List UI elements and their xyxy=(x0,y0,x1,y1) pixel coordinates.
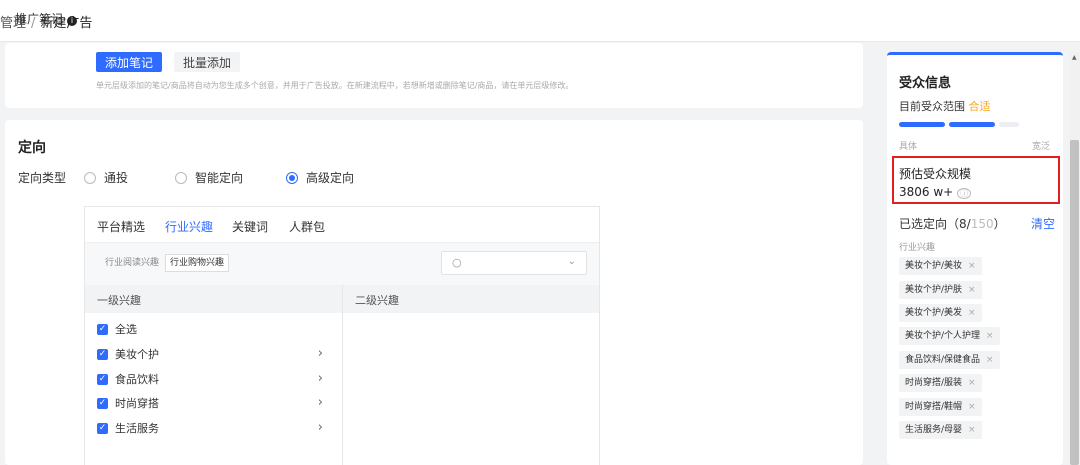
chevron-down-icon: ⌄ xyxy=(567,256,576,267)
radio-smart[interactable]: 智能定向 xyxy=(175,169,243,186)
chip-label: 时尚穿搭/服装 xyxy=(905,378,963,388)
row-label: 食品饮料 xyxy=(115,373,159,386)
note-field: 推广笔记 i xyxy=(15,10,78,27)
scroll-up-icon[interactable]: ▲ xyxy=(1072,54,1077,61)
add-note-button[interactable]: 添加笔记 xyxy=(96,52,162,72)
column-level2: 二级兴趣 xyxy=(355,294,399,307)
radio-label: 高级定向 xyxy=(306,171,355,185)
selected-prefix: 已选定向（8/ xyxy=(899,217,971,231)
row-label: 美妆个护 xyxy=(115,348,159,361)
targeting-title: 定向 xyxy=(18,140,46,156)
estimate-value-row: 3806 w+ ⓘ xyxy=(899,185,972,199)
audience-title: 受众信息 xyxy=(899,76,952,91)
scale-broad-label: 宽泛 xyxy=(1032,142,1051,152)
selected-chip: 时尚穿搭/鞋帽 × xyxy=(899,398,982,416)
segment-shopping-interest[interactable]: 行业购物兴趣 xyxy=(165,254,230,272)
interest-row[interactable]: ✓ 时尚穿搭 › xyxy=(97,394,337,412)
radio-circle-icon xyxy=(84,171,96,184)
interest-search[interactable]: ○ ⌄ xyxy=(441,251,587,275)
top-bar: 管理 / 新建广告 xyxy=(0,0,1080,42)
chevron-right-icon[interactable]: › xyxy=(318,371,323,386)
chevron-right-icon[interactable]: › xyxy=(318,346,323,361)
segment-reading-interest[interactable]: 行业阅读兴趣 xyxy=(101,254,163,272)
note-hint: 单元层级添加的笔记/商品将自动为您生成多个创意，并用于广告投放。在新建流程中，若… xyxy=(96,81,574,90)
row-label: 生活服务 xyxy=(115,422,159,435)
close-icon[interactable]: × xyxy=(968,402,976,412)
range-bar-segment xyxy=(949,122,995,127)
radio-label: 智能定向 xyxy=(195,171,244,185)
range-bar-segment xyxy=(899,122,945,127)
radio-checked-icon xyxy=(286,171,298,184)
chevron-right-icon[interactable]: › xyxy=(318,420,323,435)
checkbox-checked-icon: ✓ xyxy=(97,397,108,409)
close-icon[interactable]: × xyxy=(986,355,994,365)
interest-panel: 平台精选 行业兴趣 关键词 人群包 行业阅读兴趣 行业购物兴趣 ○ ⌄ 一级兴趣… xyxy=(84,206,600,465)
chip-label: 美妆个护/护肤 xyxy=(905,285,963,295)
column-level1: 一级兴趣 xyxy=(97,294,141,307)
checkbox-checked-icon: ✓ xyxy=(97,323,108,335)
range-label: 目前受众范围 xyxy=(899,100,965,113)
chip-label: 时尚穿搭/鞋帽 xyxy=(905,402,963,412)
tab-industry-interest[interactable]: 行业兴趣 xyxy=(165,218,213,245)
interest-row[interactable]: ✓ 美妆个护 › xyxy=(97,345,337,363)
column-divider xyxy=(342,285,343,465)
estimate-label: 预估受众规模 xyxy=(899,167,972,181)
search-icon: ○ xyxy=(452,256,462,269)
selected-chip: 美妆个护/个人护理 × xyxy=(899,327,1000,345)
info-icon[interactable]: i xyxy=(67,16,78,26)
selected-targeting-title: 已选定向（8/150） xyxy=(899,215,1006,232)
range-bar-track xyxy=(999,122,1019,127)
group-label: 行业兴趣 xyxy=(899,243,936,253)
close-icon[interactable]: × xyxy=(968,261,976,271)
selected-chip: 美妆个护/美发 × xyxy=(899,304,982,322)
row-label: 时尚穿搭 xyxy=(115,397,159,410)
info-icon[interactable]: ⓘ xyxy=(957,188,972,199)
batch-add-button[interactable]: 批量添加 xyxy=(174,52,240,72)
selected-suffix: ） xyxy=(993,217,1006,231)
chip-label: 食品饮料/保健食品 xyxy=(905,355,981,365)
chip-label: 美妆个护/美发 xyxy=(905,308,963,318)
estimate-value: 3806 w+ xyxy=(899,185,954,199)
selected-chip: 美妆个护/护肤 × xyxy=(899,281,982,299)
tab-keywords[interactable]: 关键词 xyxy=(232,218,268,235)
audience-range: 目前受众范围 合适 xyxy=(899,98,991,114)
row-label: 全选 xyxy=(115,323,137,336)
selected-chip: 生活服务/母婴 × xyxy=(899,421,982,439)
interest-tabs: 平台精选 行业兴趣 关键词 人群包 xyxy=(85,207,599,245)
radio-broad[interactable]: 通投 xyxy=(84,169,128,186)
close-icon[interactable]: × xyxy=(968,285,976,295)
scrollbar-thumb[interactable] xyxy=(1070,140,1079,465)
selected-max: 150 xyxy=(970,217,994,231)
radio-circle-icon xyxy=(175,171,187,184)
note-label: 推广笔记 xyxy=(15,12,64,26)
checkbox-checked-icon: ✓ xyxy=(97,348,108,360)
tab-audience-pack[interactable]: 人群包 xyxy=(289,218,325,235)
tab-platform[interactable]: 平台精选 xyxy=(97,218,145,235)
selected-chip: 食品饮料/保健食品 × xyxy=(899,351,1000,369)
radio-advanced[interactable]: 高级定向 xyxy=(286,169,354,186)
interest-toolbar: 行业阅读兴趣 行业购物兴趣 ○ ⌄ xyxy=(85,243,599,285)
checkbox-checked-icon: ✓ xyxy=(97,373,108,385)
close-icon[interactable]: × xyxy=(968,378,976,388)
selected-chip: 美妆个护/美妆 × xyxy=(899,257,982,275)
chip-label: 美妆个护/个人护理 xyxy=(905,331,981,341)
clear-button[interactable]: 清空 xyxy=(1031,215,1055,232)
interest-row-select-all[interactable]: ✓ 全选 xyxy=(97,320,337,338)
chip-label: 美妆个护/美妆 xyxy=(905,261,963,271)
scale-narrow-label: 具体 xyxy=(899,142,918,152)
interest-row[interactable]: ✓ 食品饮料 › xyxy=(97,370,337,388)
selected-chip: 时尚穿搭/服装 × xyxy=(899,374,982,392)
close-icon[interactable]: × xyxy=(968,425,976,435)
close-icon[interactable]: × xyxy=(986,331,994,341)
targeting-type-label: 定向类型 xyxy=(18,171,67,185)
radio-label: 通投 xyxy=(104,171,129,185)
close-icon[interactable]: × xyxy=(968,308,976,318)
chevron-right-icon[interactable]: › xyxy=(318,395,323,410)
interest-row[interactable]: ✓ 生活服务 › xyxy=(97,419,337,437)
checkbox-checked-icon: ✓ xyxy=(97,422,108,434)
chip-label: 生活服务/母婴 xyxy=(905,425,963,435)
range-value: 合适 xyxy=(968,100,991,113)
